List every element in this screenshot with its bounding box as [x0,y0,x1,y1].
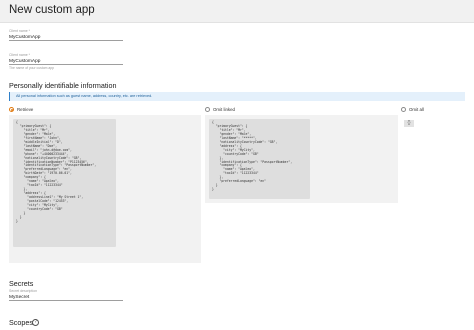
secret-input[interactable]: MySecret [9,294,123,301]
retrieve-code-block: { "primaryGuest": { "title": "Mr", "gend… [13,119,116,247]
radio-omit-all[interactable] [401,107,406,112]
pii-info-text: All personal information such as guest n… [16,94,153,98]
option-omit-all-label: Omit all [409,107,424,112]
client-id-input[interactable]: MyCustomApp [9,58,123,65]
option-omit-linked[interactable]: Omit linked [205,106,235,113]
secret-field[interactable]: Secret description MySecret [9,289,123,301]
client-id-field[interactable]: Client name * MyCustomApp The name of yo… [9,53,123,70]
pii-info-banner: All personal information such as guest n… [9,92,465,101]
option-retrieve[interactable]: Retrieve [9,106,33,113]
help-icon[interactable]: ? [32,319,39,326]
window-title: New custom app [9,4,95,16]
client-name-field[interactable]: Client name * MyCustomApp [9,29,123,41]
omit-linked-code: { "primaryGuest": { "title": "Mr", "gend… [212,120,293,192]
title-bar: New custom app [0,0,474,23]
omit-all-code-block: {} [404,120,414,127]
retrieve-code: { "primaryGuest": { "title": "Mr", "gend… [16,120,97,223]
retrieve-panel: { "primaryGuest": { "title": "Mr", "gend… [9,115,201,263]
omit-linked-panel: { "primaryGuest": { "title": "Mr", "gend… [205,115,398,203]
option-retrieve-label: Retrieve [17,107,34,112]
omit-linked-code-block: { "primaryGuest": { "title": "Mr", "gend… [209,119,310,199]
client-name-input[interactable]: MyCustomApp [9,34,123,41]
omit-all-code: {} [407,120,411,126]
secrets-section-title: Secrets [9,279,34,288]
scopes-section-title: Scopes [9,318,33,327]
radio-omit-linked[interactable] [205,107,210,112]
option-omit-linked-label: Omit linked [213,107,235,112]
option-omit-all[interactable]: Omit all [401,106,424,113]
pii-section-title: Personally identifiable information [9,81,117,90]
client-id-help: The name of your custom app [9,66,55,70]
radio-retrieve[interactable] [9,107,14,112]
